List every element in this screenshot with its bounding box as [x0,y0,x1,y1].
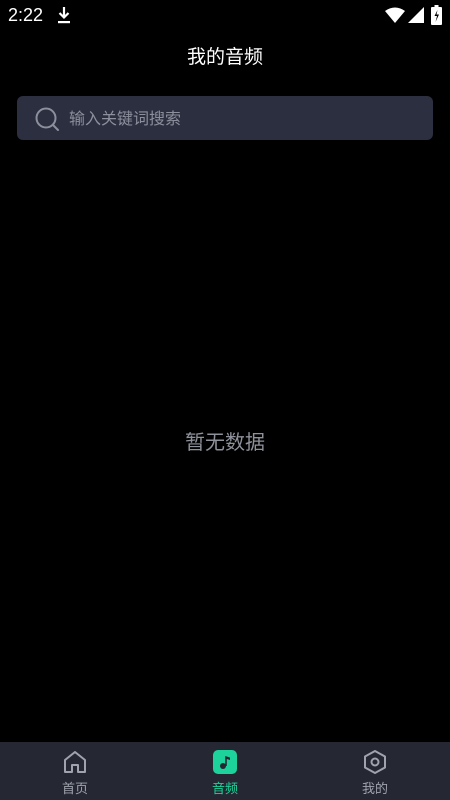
nav-label-mine: 我的 [361,782,388,797]
bottom-nav: 首页 音频 我的 [0,742,450,800]
empty-state-text: 暂无数据 [185,430,265,454]
hexagon-settings-icon [364,750,386,774]
home-icon [64,751,86,773]
status-time: 2:22 [8,5,44,25]
search-icon [35,107,59,131]
search-bar[interactable] [17,96,433,140]
status-bar: 2:22 [0,0,450,32]
nav-item-mine[interactable]: 我的 [300,742,450,800]
download-icon [58,7,70,24]
signal-icon [408,7,424,23]
nav-item-audio[interactable]: 音频 [150,742,300,800]
nav-label-home: 首页 [61,782,88,797]
nav-item-home[interactable]: 首页 [0,742,150,800]
search-input[interactable] [69,96,419,140]
page-title: 我的音频 [186,46,263,68]
battery-icon [431,5,442,25]
wifi-icon [385,7,405,23]
music-note-icon [213,750,237,774]
nav-label-audio: 音频 [211,782,238,797]
